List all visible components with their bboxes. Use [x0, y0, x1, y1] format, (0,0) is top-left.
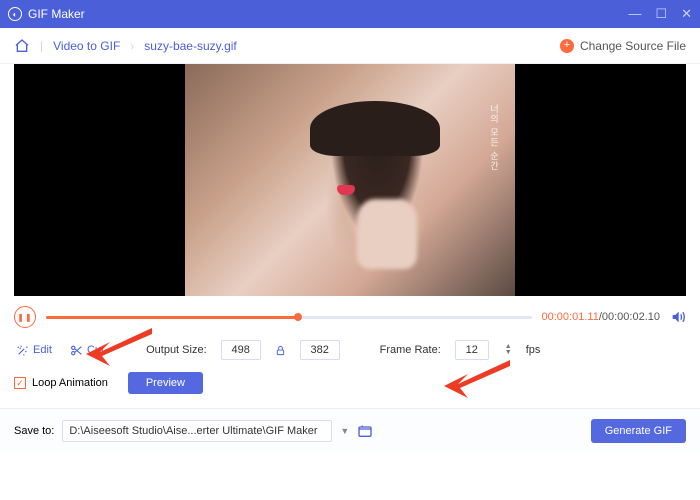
app-title: GIF Maker — [28, 7, 85, 21]
maximize-button[interactable]: ☐ — [655, 6, 667, 22]
frame-rate-label: Frame Rate: — [380, 344, 441, 356]
loop-label: Loop Animation — [32, 377, 108, 389]
edit-label: Edit — [33, 344, 52, 356]
width-input[interactable] — [221, 340, 261, 360]
preview-button[interactable]: Preview — [128, 372, 203, 394]
save-to-label: Save to: — [14, 425, 54, 437]
pause-button[interactable]: ❚❚ — [14, 306, 36, 328]
path-dropdown-icon[interactable]: ▼ — [340, 426, 349, 436]
wand-icon — [16, 344, 29, 357]
pause-icon: ❚❚ — [17, 313, 32, 322]
video-overlay-text: 너의 모든 순간 — [488, 104, 501, 171]
playback-row: ❚❚ 00:00:01.11/00:00:02.10 — [0, 296, 700, 334]
change-source-button[interactable]: + Change Source File — [560, 39, 686, 53]
top-bar: | Video to GIF › suzy-bae-suzy.gif + Cha… — [0, 28, 700, 64]
save-row: Save to: ▼ Generate GIF — [0, 408, 700, 453]
video-preview: 너의 모든 순간 — [14, 64, 686, 296]
app-icon: ◐ — [8, 7, 22, 21]
lock-icon[interactable] — [275, 345, 286, 356]
window-controls: — ☐ ✕ — [628, 6, 692, 22]
timecodes: 00:00:01.11/00:00:02.10 — [542, 311, 660, 323]
edit-button[interactable]: Edit — [14, 341, 54, 360]
breadcrumb-sep: | — [40, 39, 43, 53]
change-source-label: Change Source File — [580, 39, 686, 53]
minimize-button[interactable]: — — [628, 6, 641, 22]
plus-circle-icon: + — [560, 39, 574, 53]
save-path-input[interactable] — [62, 420, 332, 442]
options-row: ✓ Loop Animation Preview — [0, 364, 700, 408]
title-bar: ◐ GIF Maker — ☐ ✕ — [0, 0, 700, 28]
frame-rate-stepper[interactable]: ▲▼ — [505, 344, 512, 356]
time-current: 00:00:01.11 — [542, 311, 599, 323]
cut-button[interactable]: Cut — [68, 341, 106, 360]
scissors-icon — [70, 344, 83, 357]
breadcrumb-file: suzy-bae-suzy.gif — [144, 39, 236, 53]
output-size-label: Output Size: — [146, 344, 207, 356]
frame-rate-input[interactable] — [455, 340, 489, 360]
generate-gif-button[interactable]: Generate GIF — [591, 419, 686, 443]
timeline-slider[interactable] — [46, 316, 532, 319]
time-total: 00:00:02.10 — [602, 311, 660, 323]
close-button[interactable]: ✕ — [681, 6, 692, 22]
controls-row: Edit Cut Output Size: Frame Rate: ▲▼ fps — [0, 334, 700, 364]
folder-icon[interactable] — [357, 423, 373, 439]
loop-checkbox[interactable]: ✓ Loop Animation — [14, 377, 108, 389]
chevron-right-icon: › — [130, 39, 134, 53]
height-input[interactable] — [300, 340, 340, 360]
volume-icon[interactable] — [670, 309, 686, 325]
cut-label: Cut — [87, 344, 104, 356]
home-icon[interactable] — [14, 38, 30, 54]
timeline-knob[interactable] — [294, 313, 302, 321]
video-frame: 너의 모든 순간 — [185, 64, 515, 296]
fps-label: fps — [526, 344, 541, 356]
breadcrumb-section[interactable]: Video to GIF — [53, 39, 120, 53]
checkbox-icon: ✓ — [14, 377, 26, 389]
